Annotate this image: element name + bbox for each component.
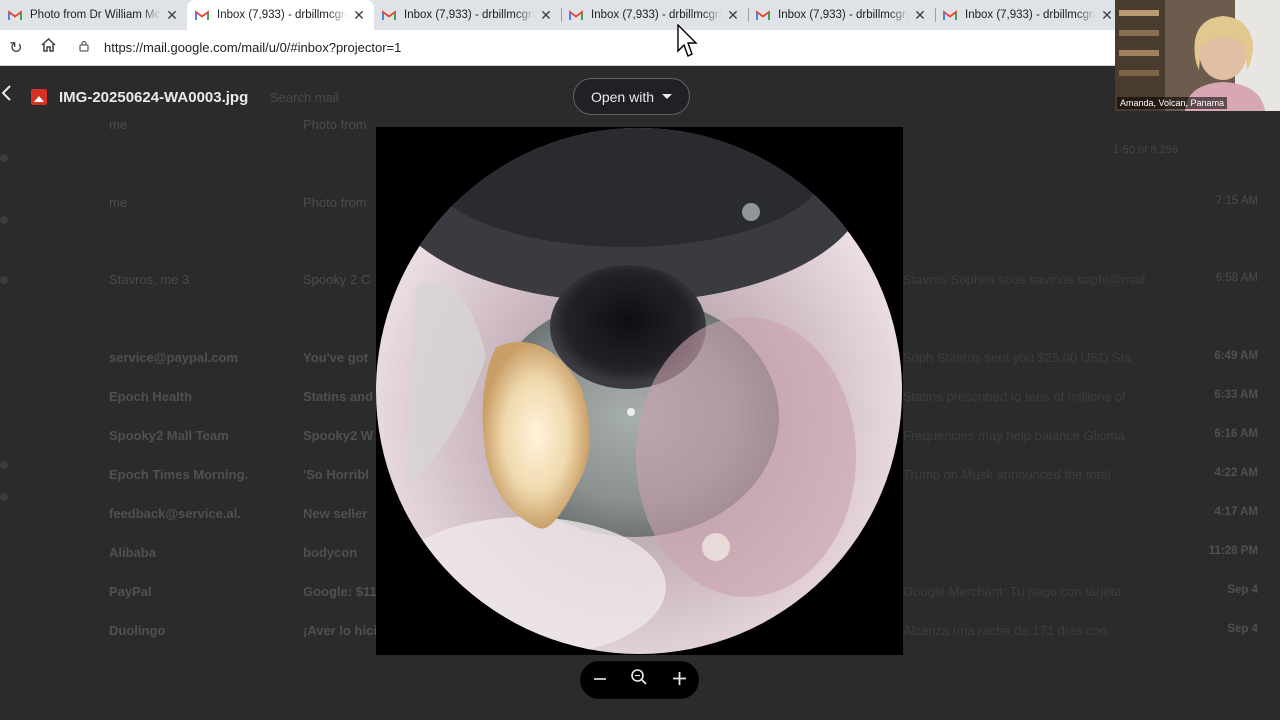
browser-tab[interactable]: Inbox (7,933) - drbillmcgraw ✕ <box>748 0 935 30</box>
email-snippet: Trump on Musk announced the total <box>903 467 1111 482</box>
browser-tab-strip: Photo from Dr William Mcgr ✕ Inbox (7,933)… <box>0 0 1115 30</box>
home-icon[interactable] <box>32 37 64 57</box>
attachment-filename: IMG-20250624-WA0003.jpg <box>59 89 249 106</box>
gmail-icon <box>569 9 583 20</box>
caret-down-icon <box>662 94 673 99</box>
tab-title: Inbox (7,933) - drbillmcgraw <box>965 9 1096 21</box>
close-icon[interactable]: ✕ <box>165 7 179 24</box>
email-subject: bodycon <box>303 545 358 560</box>
email-sender: Alibaba <box>109 545 156 560</box>
close-icon[interactable]: ✕ <box>1100 7 1114 24</box>
tab-title: Inbox (7,933) - drbillmcgraw <box>404 9 535 21</box>
email-time: 4:22 AM <box>1214 467 1258 479</box>
email-subject: New seller <box>303 506 368 521</box>
attachment-viewer-header: IMG-20250624-WA0003.jpg Open with <box>0 66 1115 126</box>
browser-tab[interactable]: Inbox (7,933) - drbillmcgraw ✕ <box>187 0 374 30</box>
email-time: Sep 4 <box>1227 623 1258 635</box>
gmail-icon <box>756 9 770 20</box>
webcam-overlay: Amanda, Volcan, Panama <box>1115 0 1280 111</box>
gmail-icon <box>382 9 396 20</box>
image-file-icon <box>31 89 47 105</box>
gmail-icon <box>943 9 957 20</box>
open-with-button[interactable]: Open with <box>573 78 690 115</box>
gmail-icon <box>8 9 22 20</box>
magnifier-icon[interactable] <box>624 668 654 692</box>
email-sender: PayPal <box>109 584 152 599</box>
browser-tab[interactable]: Inbox (7,933) - drbillmcgraw ✕ <box>935 0 1122 30</box>
mouse-pointer-icon <box>677 23 699 63</box>
tab-title: Inbox (7,933) - drbillmcgraw <box>778 9 909 21</box>
tab-title: Photo from Dr William Mcgr <box>30 9 161 21</box>
browser-tab[interactable]: Inbox (7,933) - drbillmcgraw ✕ <box>374 0 561 30</box>
email-snippet: Google Merchant: Tu pago con tarjeta <box>903 584 1122 599</box>
email-subject: Photo from <box>303 195 367 210</box>
email-sender: Duolingo <box>109 623 166 638</box>
email-time: 4:17 AM <box>1214 506 1258 518</box>
email-sender: service@paypal.com <box>109 350 239 365</box>
email-snippet: Soph Stavros sent you $25.00 USD Sta <box>903 350 1132 365</box>
back-arrow-icon[interactable] <box>0 84 12 108</box>
email-sender: feedback@service.al. <box>109 506 241 521</box>
pager-ghost: 1-50 of 8,256 <box>1113 144 1178 156</box>
email-time: Sep 4 <box>1227 584 1258 596</box>
tab-title: Inbox (7,933) - drbillmcgraw <box>591 9 722 21</box>
email-snippet: Statins prescribed to tens of millions o… <box>903 389 1126 404</box>
email-time: 11:28 PM <box>1208 545 1258 557</box>
tab-title: Inbox (7,933) - drbillmcgraw <box>217 9 348 21</box>
sidebar-dot <box>0 154 8 162</box>
close-icon[interactable]: ✕ <box>352 7 366 24</box>
close-icon[interactable]: ✕ <box>913 7 927 24</box>
browser-toolbar: ↻ https://mail.google.com/mail/u/0/#inbo… <box>0 30 1115 66</box>
email-snippet: Alcanza una racha de 171 días con <box>903 623 1107 638</box>
email-subject: Statins and <box>303 389 374 404</box>
email-subject: You've got <box>303 350 368 365</box>
email-sender: me <box>109 195 128 210</box>
gmail-icon <box>195 9 209 20</box>
email-sender: Epoch Times Morning. <box>109 467 249 482</box>
reload-icon[interactable]: ↻ <box>0 38 32 58</box>
address-url: https://mail.google.com/mail/u/0/#inbox?… <box>104 40 402 55</box>
email-subject: 'So Horribl <box>303 467 369 482</box>
email-sender: Epoch Health <box>109 389 193 404</box>
address-bar[interactable]: https://mail.google.com/mail/u/0/#inbox?… <box>70 33 1110 62</box>
browser-tab[interactable]: Photo from Dr William Mcgr ✕ <box>0 0 187 30</box>
email-snippet: Frequencies may help balance Glioma <box>903 428 1125 443</box>
email-sender: Spooky2 Mall Team <box>109 428 229 443</box>
email-subject: Spooky 2 C <box>303 272 371 287</box>
email-snippet: Stavros Sophos sous savinos sophi@mail <box>903 272 1146 287</box>
close-icon[interactable]: ✕ <box>726 7 740 24</box>
email-time: 6:16 AM <box>1214 428 1258 440</box>
email-time: 7:15 AM <box>1215 195 1258 207</box>
close-icon[interactable]: ✕ <box>539 7 553 24</box>
email-time: 6:33 AM <box>1214 389 1258 401</box>
email-time: 6:58 AM <box>1215 272 1258 284</box>
browser-tab[interactable]: Inbox (7,933) - drbillmcgraw ✕ <box>561 0 748 30</box>
attachment-image <box>376 127 903 655</box>
email-time: 6:49 AM <box>1214 350 1258 362</box>
minus-icon[interactable] <box>585 669 615 692</box>
site-info-icon[interactable] <box>78 40 96 55</box>
webcam-caption: Amanda, Volcan, Panama <box>1117 97 1228 109</box>
zoom-controls <box>580 661 699 699</box>
plus-icon[interactable] <box>664 669 694 692</box>
email-subject: Spooky2 W <box>303 428 374 443</box>
email-sender: Stavros, me 3 <box>109 272 190 287</box>
open-with-label: Open with <box>590 88 655 105</box>
